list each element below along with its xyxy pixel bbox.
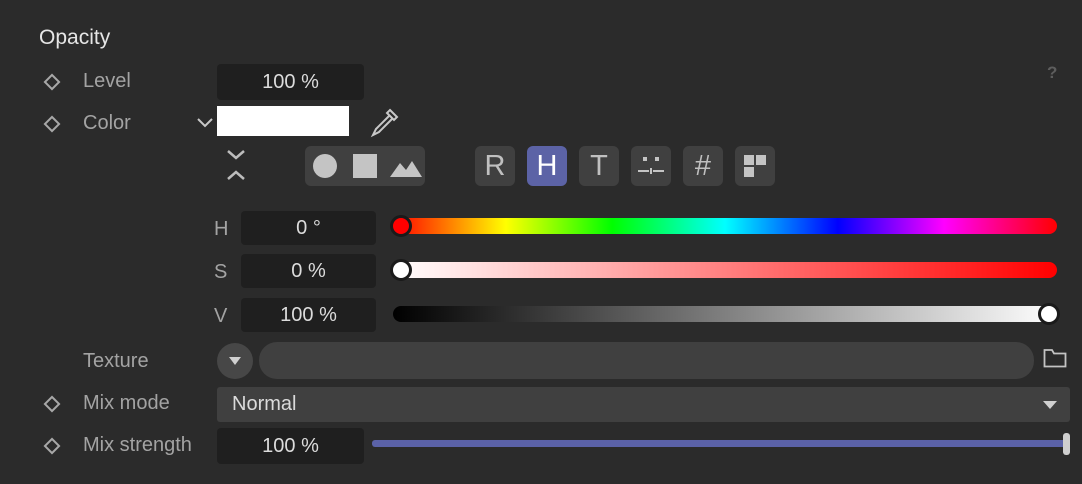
square-picker-icon[interactable] [352,153,378,179]
hex-mode-button[interactable]: # [683,146,723,186]
mix-mode-keyframe-icon[interactable] [43,395,61,413]
texture-label: Texture [83,350,149,372]
hue-field[interactable]: 0 ° [241,211,376,245]
palette-icon [744,155,766,177]
mix-mode-label: Mix mode [83,392,170,414]
value-label: V [214,305,228,327]
help-icon[interactable]: ? [1047,63,1057,83]
mixer-mode-button[interactable] [631,146,671,186]
saturation-field[interactable]: 0 % [241,254,376,288]
temperature-mode-button[interactable]: T [579,146,619,186]
mix-mode-value: Normal [232,393,297,415]
color-swatch[interactable] [217,106,349,136]
landscape-picker-icon[interactable] [389,156,423,178]
hue-slider-knob[interactable] [390,215,412,237]
collapse-arrows-icon[interactable] [225,147,247,183]
eyedropper-icon[interactable] [368,106,402,138]
level-label: Level [83,70,131,92]
mix-strength-keyframe-icon[interactable] [43,437,61,455]
hue-slider[interactable] [393,218,1057,234]
color-expand-chevron-icon[interactable] [196,117,214,129]
mix-strength-label: Mix strength [83,434,192,456]
rgb-mode-button[interactable]: R [475,146,515,186]
color-keyframe-icon[interactable] [43,115,61,133]
saturation-label: S [214,261,228,283]
folder-icon[interactable] [1043,348,1067,368]
texture-menu-button[interactable] [217,343,253,379]
level-field[interactable]: 100 % [217,64,364,100]
mix-strength-field[interactable]: 100 % [217,428,364,464]
dropdown-arrow-icon[interactable] [1042,400,1058,410]
section-title: Opacity [39,26,111,49]
hsv-mode-button[interactable]: H [527,146,567,186]
picker-shape-group [305,146,425,186]
hue-label: H [214,218,229,240]
triangle-down-icon [229,357,241,365]
circle-picker-icon[interactable] [312,153,338,179]
value-slider-knob[interactable] [1038,303,1060,325]
palette-mode-button[interactable] [735,146,775,186]
level-keyframe-icon[interactable] [43,73,61,91]
color-label: Color [83,112,131,134]
value-slider[interactable] [393,306,1057,322]
texture-field[interactable] [259,342,1034,379]
mix-strength-slider-handle[interactable] [1063,433,1070,455]
mix-mode-select[interactable]: Normal [217,387,1070,422]
saturation-slider[interactable] [393,262,1057,278]
mixer-icon [638,157,664,174]
saturation-slider-knob[interactable] [390,259,412,281]
value-field[interactable]: 100 % [241,298,376,332]
mix-strength-slider[interactable] [372,440,1068,447]
